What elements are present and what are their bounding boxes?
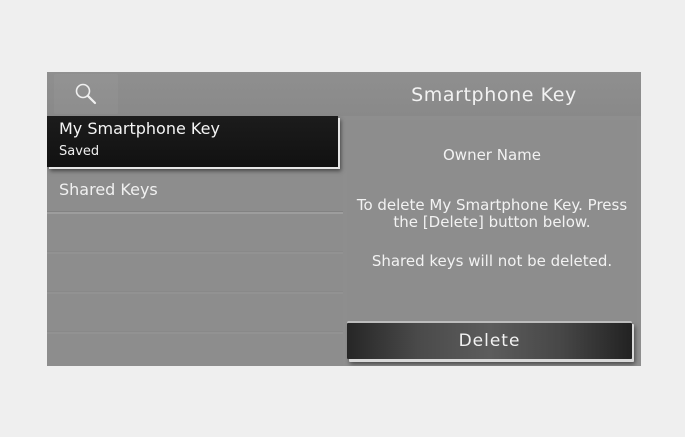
list-divider (47, 291, 343, 294)
delete-instructions: To delete My Smartphone Key. Press the [… (347, 197, 637, 231)
list-item-status: Saved (59, 144, 100, 159)
header-bar: Smartphone Key (47, 72, 641, 116)
owner-name: Owner Name (443, 146, 541, 164)
search-button[interactable] (54, 74, 118, 114)
page-title: Smartphone Key (411, 84, 577, 106)
delete-button[interactable]: Delete (347, 321, 632, 359)
list-item-label: Shared Keys (59, 180, 158, 199)
list-item-label: My Smartphone Key (59, 119, 220, 138)
list-item-my-smartphone-key[interactable]: My Smartphone Key Saved (47, 116, 338, 167)
key-list: My Smartphone Key Saved Shared Keys (47, 116, 343, 366)
list-divider (47, 251, 343, 254)
smartphone-key-screen: Smartphone Key My Smartphone Key Saved S… (47, 72, 641, 366)
list-divider (47, 331, 343, 334)
list-divider (47, 211, 343, 214)
instruction-line: To delete My Smartphone Key. Press (356, 196, 628, 214)
shared-keys-note: Shared keys will not be deleted. (371, 252, 613, 270)
list-item-shared-keys[interactable]: Shared Keys (47, 171, 343, 211)
instruction-line: the [Delete] button below. (393, 213, 591, 231)
search-icon (73, 81, 99, 107)
